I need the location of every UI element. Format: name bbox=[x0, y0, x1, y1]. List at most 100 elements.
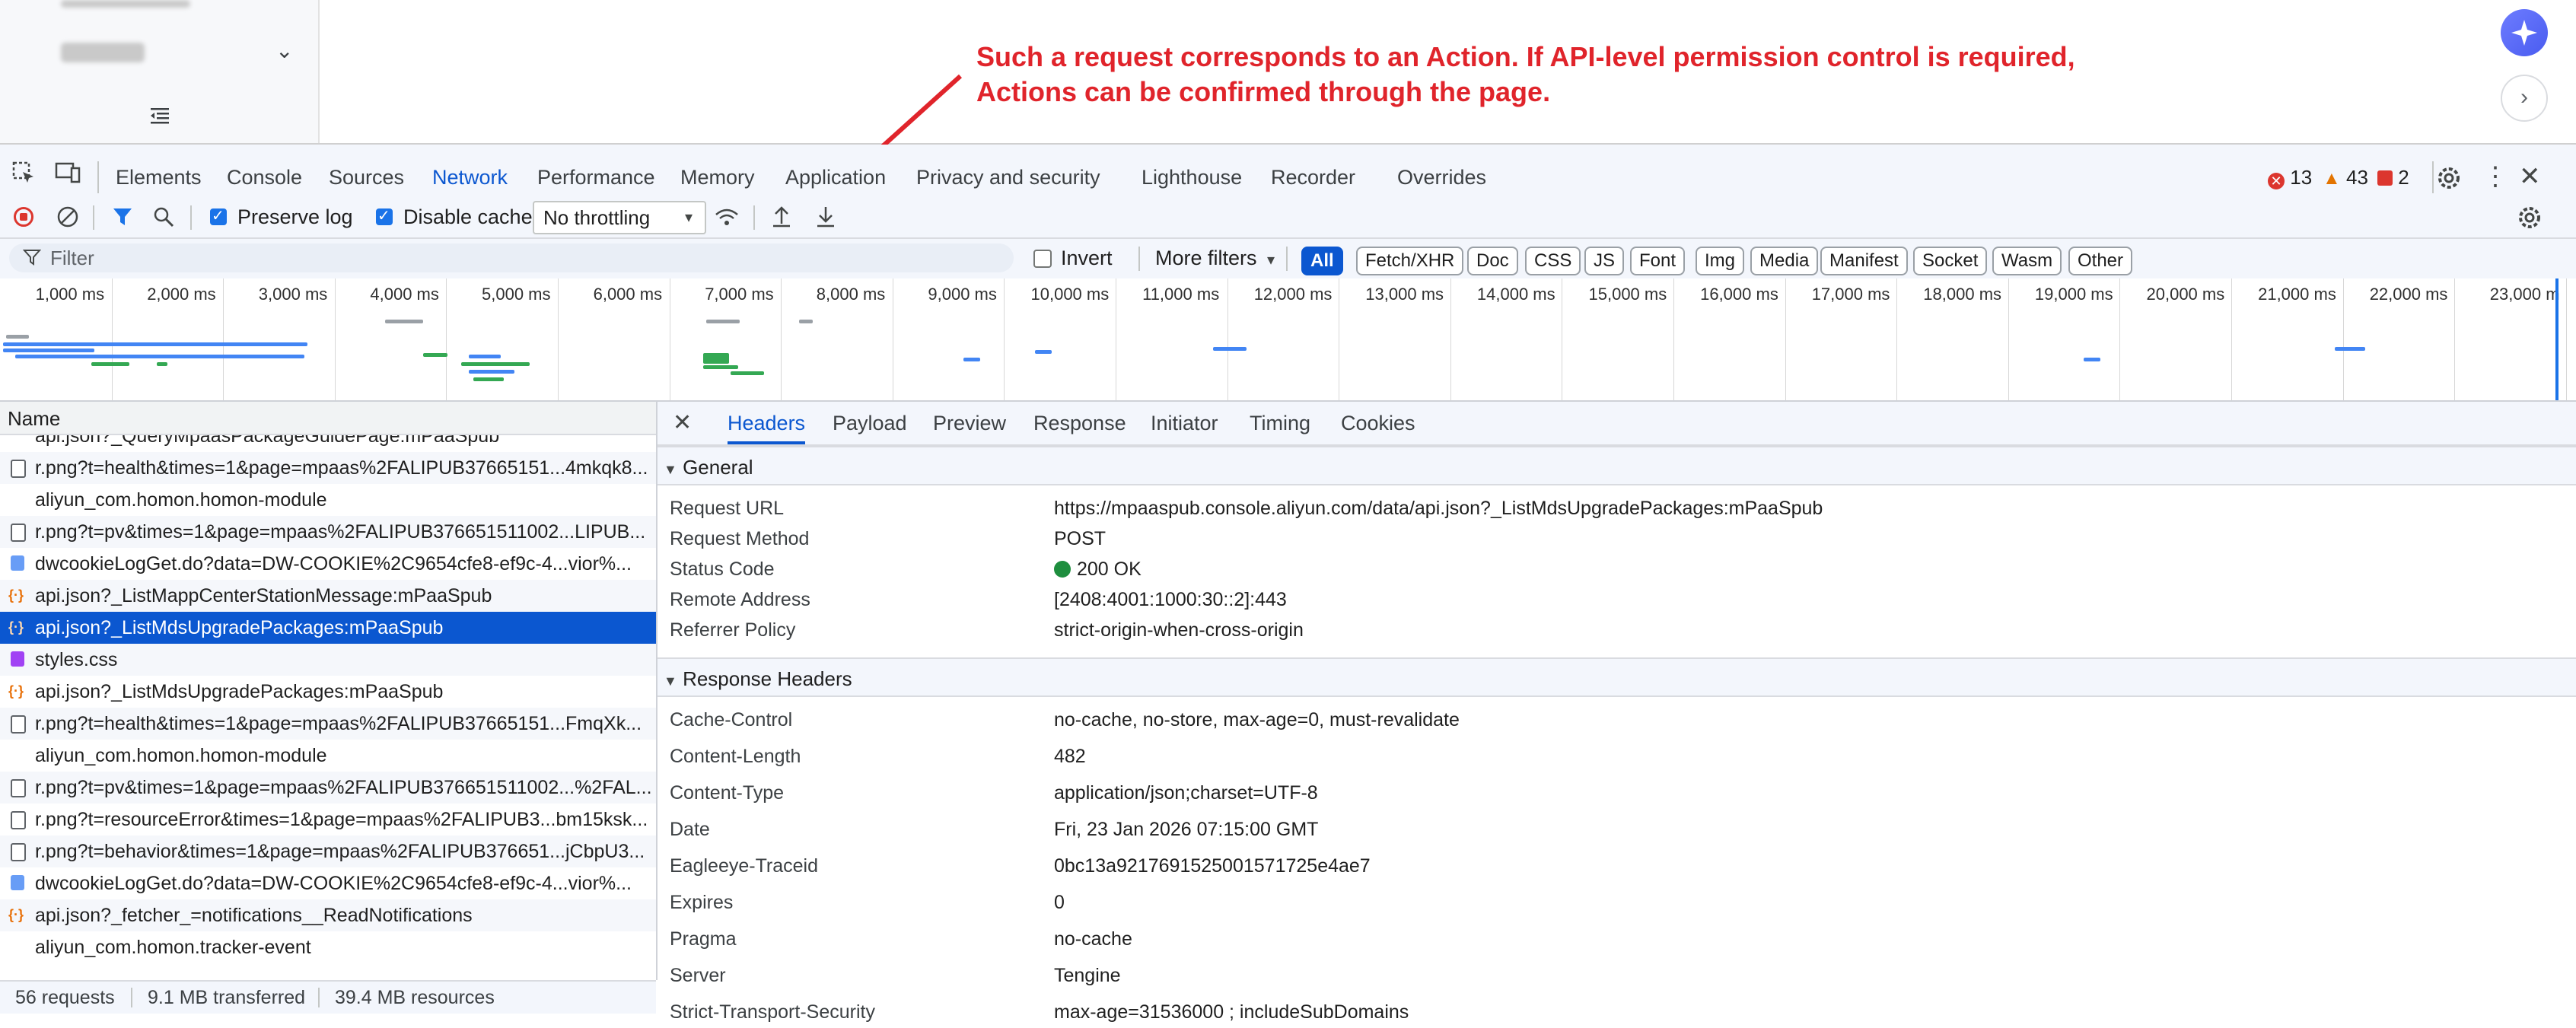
request-row[interactable]: {·} api.json?_ListMdsUpgradePackages:mPaa… bbox=[0, 676, 656, 708]
filter-chip-font[interactable]: Font bbox=[1630, 247, 1686, 275]
request-row[interactable]: r.png?t=pv&times=1&page=mpaas%2FALIPUB37… bbox=[0, 772, 656, 804]
general-header-value[interactable]: POST bbox=[1054, 528, 1106, 550]
error-count[interactable]: ✕ 13 bbox=[2268, 166, 2312, 189]
timeline-overview[interactable]: 1,000 ms 2,000 ms 3,000 ms 4,000 ms 5,000 ms… bbox=[0, 278, 2576, 402]
request-name: api.json?_QueryMpaasPackageGuidePage:mPa… bbox=[35, 435, 500, 447]
timeline-tick-label: 4,000 ms bbox=[370, 285, 439, 304]
request-name: r.png?t=behavior&times=1&page=mpaas%2FAL… bbox=[35, 841, 645, 862]
request-row[interactable]: r.png?t=pv&times=1&page=mpaas%2FALIPUB37… bbox=[0, 516, 656, 548]
preserve-log-checkbox[interactable] bbox=[210, 206, 227, 225]
network-status-bar: 56 requests 9.1 MB transferred 39.4 MB r… bbox=[0, 980, 656, 1014]
response-header-value[interactable]: 0 bbox=[1054, 892, 1065, 914]
filter-chip-all[interactable]: All bbox=[1301, 247, 1343, 275]
network-settings-gear-icon[interactable] bbox=[2516, 204, 2543, 231]
clear-log-icon[interactable] bbox=[56, 205, 79, 228]
close-devtools-icon[interactable]: ✕ bbox=[2519, 160, 2541, 193]
timeline-bar bbox=[461, 362, 530, 366]
request-name: api.json?_ListMdsUpgradePackages:mPaaSpu… bbox=[35, 617, 444, 638]
close-details-icon[interactable]: ✕ bbox=[673, 402, 692, 444]
request-row[interactable]: r.png?t=health&times=1&page=mpaas%2FALIP… bbox=[0, 452, 656, 484]
general-section-title: General bbox=[683, 456, 753, 479]
inspect-element-icon[interactable] bbox=[12, 158, 35, 196]
filter-chip-wasm[interactable]: Wasm bbox=[1992, 247, 2062, 275]
response-header-value[interactable]: no-cache bbox=[1054, 928, 1132, 950]
name-column-header[interactable]: Name bbox=[0, 402, 656, 435]
issue-count[interactable]: 2 bbox=[2377, 166, 2409, 189]
request-row[interactable]: {·} api.json?_ListMappCenterStationMessag… bbox=[0, 580, 656, 612]
filter-chip-manifest[interactable]: Manifest bbox=[1820, 247, 1908, 275]
record-stop-icon[interactable] bbox=[14, 207, 33, 227]
general-header-value[interactable]: [2408:4001:1000:30::2]:443 bbox=[1054, 589, 1287, 611]
response-header-value[interactable]: Fri, 23 Jan 2026 07:15:00 GMT bbox=[1054, 819, 1318, 841]
search-icon[interactable] bbox=[152, 205, 175, 228]
request-row[interactable]: api.json?_QueryMpaasPackageGuidePage:mPa… bbox=[0, 435, 656, 452]
disable-cache-label: Disable cache bbox=[403, 205, 533, 228]
general-header-key: Status Code bbox=[670, 559, 775, 580]
filter-chip-fetch-xhr[interactable]: Fetch/XHR bbox=[1356, 247, 1464, 275]
request-list: Name api.json?_QueryMpaasPackageGuidePag… bbox=[0, 402, 658, 980]
export-har-icon[interactable] bbox=[814, 204, 837, 228]
filter-chip-doc[interactable]: Doc bbox=[1467, 247, 1518, 275]
filter-chip-js[interactable]: JS bbox=[1584, 247, 1625, 275]
request-row[interactable]: r.png?t=behavior&times=1&page=mpaas%2FAL… bbox=[0, 835, 656, 867]
more-options-icon[interactable]: ⋮ bbox=[2482, 160, 2508, 193]
filter-chip-img[interactable]: Img bbox=[1696, 247, 1745, 275]
response-header-key: Content-Type bbox=[670, 782, 785, 804]
response-header-value[interactable]: no-cache, no-store, max-age=0, must-reva… bbox=[1054, 709, 1460, 731]
request-row[interactable]: {·} api.json?_ListMdsUpgradePackages:mPaa… bbox=[0, 612, 656, 644]
filter-funnel-icon[interactable] bbox=[111, 205, 134, 228]
timeline-tick-label: 10,000 ms bbox=[1030, 285, 1110, 304]
filter-input[interactable]: Filter bbox=[9, 243, 1014, 272]
timeline-bar bbox=[799, 320, 813, 323]
dropdown-arrow-icon: ▾ bbox=[685, 209, 693, 226]
general-header-value[interactable]: strict-origin-when-cross-origin bbox=[1054, 619, 1304, 641]
response-header-value[interactable]: application/json;charset=UTF-8 bbox=[1054, 782, 1318, 804]
tab-payload[interactable]: Payload bbox=[833, 402, 907, 444]
request-name: r.png?t=pv&times=1&page=mpaas%2FALIPUB37… bbox=[35, 777, 652, 798]
timeline-bar bbox=[3, 349, 94, 352]
response-header-key: Pragma bbox=[670, 928, 737, 950]
general-section-header[interactable]: ▼ General bbox=[658, 446, 2576, 485]
request-type-doc-icon bbox=[11, 715, 26, 734]
tab-initiator[interactable]: Initiator bbox=[1151, 402, 1218, 444]
request-rows: api.json?_QueryMpaasPackageGuidePage:mPa… bbox=[0, 435, 656, 980]
filter-chip-socket[interactable]: Socket bbox=[1913, 247, 1988, 275]
general-header-value[interactable]: 200 OK bbox=[1054, 559, 1142, 581]
request-row[interactable]: aliyun_com.homon.homon-module bbox=[0, 484, 656, 516]
request-row[interactable]: dwcookieLogGet.do?data=DW-COOKIE%2C9654c… bbox=[0, 548, 656, 580]
response-header-value[interactable]: Tengine bbox=[1054, 965, 1121, 987]
invert-checkbox[interactable] bbox=[1033, 250, 1052, 268]
filter-chip-media[interactable]: Media bbox=[1750, 247, 1819, 275]
tab-cookies[interactable]: Cookies bbox=[1341, 402, 1415, 444]
warning-count[interactable]: ▲ 43 bbox=[2323, 166, 2368, 190]
tab-timing[interactable]: Timing bbox=[1250, 402, 1310, 444]
general-header-key: Request URL bbox=[670, 498, 785, 519]
tab-preview[interactable]: Preview bbox=[933, 402, 1006, 444]
throttling-select[interactable]: No throttling ▾ bbox=[533, 201, 706, 234]
settings-gear-icon[interactable] bbox=[2435, 164, 2463, 192]
request-row[interactable]: r.png?t=resourceError&times=1&page=mpaas… bbox=[0, 804, 656, 835]
device-toolbar-icon[interactable] bbox=[55, 158, 81, 196]
more-filters-dropdown[interactable]: More filters ▾ bbox=[1155, 239, 1275, 279]
disable-cache-checkbox[interactable] bbox=[376, 206, 393, 225]
filter-chip-css[interactable]: CSS bbox=[1525, 247, 1581, 275]
tab-response[interactable]: Response bbox=[1033, 402, 1126, 444]
response-header-value[interactable]: 482 bbox=[1054, 746, 1086, 768]
general-header-value[interactable]: https://mpaaspub.console.aliyun.com/data… bbox=[1054, 498, 1823, 520]
request-row[interactable]: dwcookieLogGet.do?data=DW-COOKIE%2C9654c… bbox=[0, 867, 656, 899]
import-har-icon[interactable] bbox=[770, 204, 793, 228]
tab-headers[interactable]: Headers bbox=[728, 402, 806, 444]
dropdown-arrow-icon: ▾ bbox=[1267, 252, 1275, 269]
request-type-doc-icon bbox=[11, 811, 26, 829]
response-header-value[interactable]: max-age=31536000 ; includeSubDomains bbox=[1054, 1001, 1409, 1023]
request-type-xhr-icon: {·} bbox=[8, 587, 24, 603]
request-row[interactable]: aliyun_com.homon.homon-module bbox=[0, 740, 656, 772]
request-row[interactable]: aliyun_com.homon.tracker-event bbox=[0, 931, 656, 963]
request-row[interactable]: r.png?t=health&times=1&page=mpaas%2FALIP… bbox=[0, 708, 656, 740]
response-header-value[interactable]: 0bc13a9217691525001571725e4ae7 bbox=[1054, 855, 1371, 877]
request-row[interactable]: styles.css bbox=[0, 644, 656, 676]
response-headers-section-header[interactable]: ▼ Response Headers bbox=[658, 657, 2576, 697]
filter-chip-other[interactable]: Other bbox=[2068, 247, 2133, 275]
request-row[interactable]: {·} api.json?_fetcher_=notifications__Rea… bbox=[0, 899, 656, 931]
network-conditions-icon[interactable] bbox=[714, 205, 740, 228]
